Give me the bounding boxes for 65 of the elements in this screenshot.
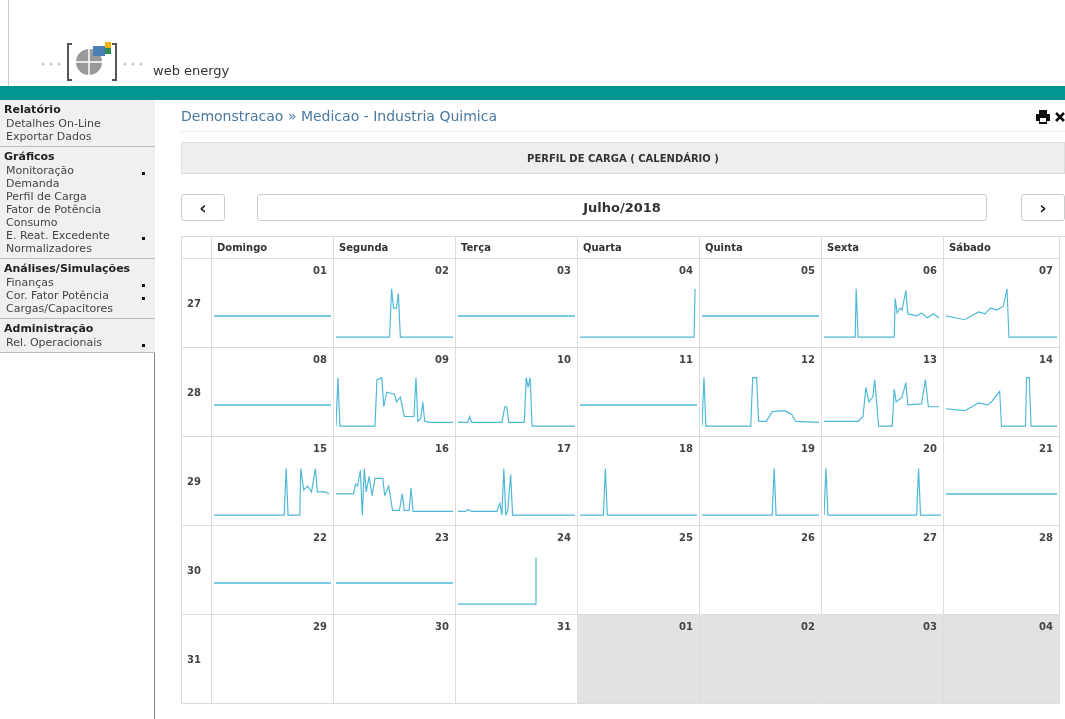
day-number: 13: [923, 353, 938, 366]
sidebar-link[interactable]: Fator de Potência: [0, 203, 155, 216]
day-number: 08: [313, 353, 328, 366]
sidebar-link[interactable]: Demanda: [0, 177, 155, 190]
day-number: 04: [679, 264, 694, 277]
day-number: 03: [923, 620, 938, 633]
day-number: 26: [801, 531, 816, 544]
next-button[interactable]: ›: [1021, 194, 1065, 221]
print-icon[interactable]: [1035, 109, 1051, 124]
day-number: 21: [1039, 442, 1054, 455]
breadcrumb: Demonstracao » Medicao - Industria Quimica: [181, 107, 497, 126]
week-number: 31: [187, 652, 201, 667]
day-number: 25: [679, 531, 694, 544]
day-number: 07: [1039, 264, 1054, 277]
day-number: 02: [435, 264, 450, 277]
day-number: 31: [557, 620, 572, 633]
sidebar-link[interactable]: Finanças: [0, 276, 155, 289]
logo-text: web energy: [153, 61, 230, 80]
sidebar-link[interactable]: Perfil de Carga: [0, 190, 155, 203]
sidebar-link[interactable]: Detalhes On-Line: [0, 117, 155, 130]
sidebar-link[interactable]: Rel. Operacionais: [0, 336, 155, 349]
day-number: 03: [557, 264, 572, 277]
day-number: 14: [1039, 353, 1054, 366]
day-number: 06: [923, 264, 938, 277]
sidebar-link[interactable]: Consumo: [0, 216, 155, 229]
day-number: 22: [313, 531, 328, 544]
day-number: 11: [679, 353, 694, 366]
day-number: 02: [801, 620, 816, 633]
day-number: 01: [313, 264, 328, 277]
day-number: 09: [435, 353, 450, 366]
close-icon[interactable]: [1055, 110, 1065, 123]
week-number: 29: [187, 474, 201, 489]
sidebar-link[interactable]: E. Reat. Excedente: [0, 229, 155, 242]
sidebar-heading: Administração: [3, 321, 95, 336]
week-number: 28: [187, 385, 201, 400]
month-field: Julho/2018: [257, 194, 987, 221]
day-number: 05: [801, 264, 816, 277]
week-number: 30: [187, 563, 201, 578]
sidebar-heading: Relatório: [3, 102, 62, 117]
day-number: 24: [557, 531, 572, 544]
day-number: 20: [923, 442, 938, 455]
sidebar-link[interactable]: Monitoração: [0, 164, 155, 177]
day-number: 01: [679, 620, 694, 633]
sidebar-heading: Análises/Simulações: [3, 261, 132, 276]
day-number: 19: [801, 442, 816, 455]
day-number: 12: [801, 353, 816, 366]
day-number: 28: [1039, 531, 1054, 544]
sidebar-heading: Gráficos: [3, 149, 56, 164]
day-number: 18: [679, 442, 694, 455]
previous-button[interactable]: ‹: [181, 194, 225, 221]
day-number: 04: [1039, 620, 1054, 633]
day-number: 27: [923, 531, 938, 544]
day-number: 15: [313, 442, 328, 455]
day-number: 17: [557, 442, 572, 455]
day-number: 29: [313, 620, 328, 633]
day-number: 30: [435, 620, 450, 633]
sidebar-link[interactable]: Normalizadores: [0, 242, 155, 255]
day-number: 23: [435, 531, 450, 544]
sidebar-link[interactable]: Exportar Dados: [0, 130, 155, 143]
sidebar-link[interactable]: Cor. Fator Potência: [0, 289, 155, 302]
day-number: 16: [435, 442, 450, 455]
panel-title: PERFIL DE CARGA ( CALENDÁRIO ): [181, 142, 1065, 174]
sidebar-link[interactable]: Cargas/Capacitores: [0, 302, 155, 315]
week-number: 27: [187, 296, 201, 311]
day-number: 10: [557, 353, 572, 366]
